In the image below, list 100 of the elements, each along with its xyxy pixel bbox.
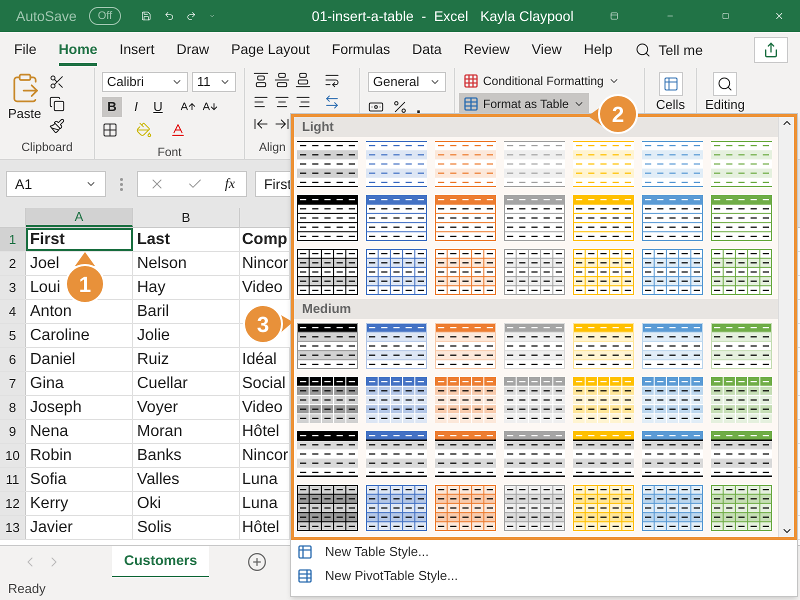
search-icon[interactable]	[713, 72, 737, 96]
align-center-icon[interactable]	[274, 94, 290, 110]
table-cell[interactable]: Ruiz	[133, 348, 240, 371]
ribbon-tab[interactable]: Draw	[176, 34, 210, 66]
table-cell[interactable]: Valles	[133, 468, 240, 491]
table-style-thumbnail[interactable]	[642, 141, 703, 187]
font-size-field[interactable]: 11	[192, 72, 236, 92]
ribbon-tab[interactable]: File	[14, 34, 37, 66]
row-header[interactable]: 4	[0, 300, 26, 323]
table-style-thumbnail[interactable]	[435, 485, 496, 531]
table-cell[interactable]: Kerry	[26, 492, 133, 515]
table-style-thumbnail[interactable]	[504, 195, 565, 241]
decrease-indent-icon[interactable]	[253, 116, 269, 132]
ribbon-tab[interactable]: Help	[584, 34, 613, 66]
font-name-field[interactable]: Calibri	[102, 72, 188, 92]
row-header[interactable]: 6	[0, 348, 26, 371]
table-style-thumbnail[interactable]	[504, 431, 565, 477]
table-cell[interactable]: Nena	[26, 420, 133, 443]
table-style-thumbnail[interactable]	[642, 485, 703, 531]
number-format-field[interactable]: General	[368, 72, 446, 92]
table-cell[interactable]: Cuellar	[133, 372, 240, 395]
editing-button[interactable]: Editing	[705, 98, 745, 112]
table-style-thumbnail[interactable]	[435, 431, 496, 477]
table-style-thumbnail[interactable]	[366, 377, 427, 423]
table-style-thumbnail[interactable]	[366, 249, 427, 295]
align-middle-icon[interactable]	[274, 72, 290, 88]
align-bottom-icon[interactable]	[295, 72, 311, 88]
table-cell[interactable]: Daniel	[26, 348, 133, 371]
column-header[interactable]: A	[26, 208, 133, 227]
italic-button[interactable]: I	[128, 97, 144, 117]
cells-icon[interactable]	[658, 72, 682, 96]
column-header[interactable]: B	[133, 208, 240, 227]
row-header[interactable]: 3	[0, 276, 26, 299]
table-style-thumbnail[interactable]	[642, 249, 703, 295]
table-style-thumbnail[interactable]	[435, 377, 496, 423]
styles-button[interactable]: Conditional Formatting	[459, 70, 624, 91]
table-style-thumbnail[interactable]	[642, 195, 703, 241]
table-cell[interactable]: Robin	[26, 444, 133, 467]
table-style-thumbnail[interactable]	[573, 431, 634, 477]
menu-item[interactable]: New PivotTable Style...	[291, 564, 797, 588]
insert-function-button[interactable]: fx	[224, 174, 235, 194]
ribbon-tab[interactable]: Formulas	[332, 34, 390, 66]
tell-me-field[interactable]: Tell me	[658, 40, 703, 60]
cells-button[interactable]: Cells	[656, 98, 685, 112]
table-cell[interactable]: Gina	[26, 372, 133, 395]
fill-color-icon[interactable]	[136, 122, 152, 138]
row-header[interactable]: 11	[0, 468, 26, 491]
table-style-thumbnail[interactable]	[435, 195, 496, 241]
table-style-thumbnail[interactable]	[366, 485, 427, 531]
table-cell[interactable]: Voyer	[133, 396, 240, 419]
table-cell[interactable]: Solis	[133, 516, 240, 539]
borders-icon[interactable]	[102, 122, 118, 138]
table-style-thumbnail[interactable]	[504, 377, 565, 423]
row-header[interactable]: 12	[0, 492, 26, 515]
underline-button[interactable]: U	[150, 97, 166, 117]
row-header[interactable]: 9	[0, 420, 26, 443]
increase-indent-icon[interactable]	[274, 116, 290, 132]
ribbon-tab[interactable]: View	[532, 34, 562, 66]
paste-button[interactable]: Paste	[8, 72, 42, 138]
percent-icon[interactable]	[392, 99, 408, 115]
table-style-thumbnail[interactable]	[642, 377, 703, 423]
table-cell[interactable]: Last	[133, 228, 240, 251]
ribbon-tab[interactable]: Data	[412, 34, 442, 66]
row-header[interactable]: 10	[0, 444, 26, 467]
table-cell[interactable]: Baril	[133, 300, 240, 323]
table-cell[interactable]: Hay	[133, 276, 240, 299]
table-style-thumbnail[interactable]	[297, 141, 358, 187]
table-style-thumbnail[interactable]	[642, 431, 703, 477]
table-cell[interactable]: Banks	[133, 444, 240, 467]
font-color-icon[interactable]	[170, 122, 186, 138]
table-cell[interactable]: First	[26, 228, 133, 251]
menu-item[interactable]: New Table Style...	[291, 540, 797, 564]
row-header[interactable]: 2	[0, 252, 26, 275]
merge-icon[interactable]	[324, 94, 340, 110]
styles-button[interactable]: Format as Table	[459, 93, 589, 114]
table-style-thumbnail[interactable]	[366, 431, 427, 477]
table-cell[interactable]: Oki	[133, 492, 240, 515]
table-style-thumbnail[interactable]	[711, 195, 772, 241]
scrollbar[interactable]	[778, 117, 794, 537]
table-style-thumbnail[interactable]	[297, 377, 358, 423]
table-cell[interactable]: Jolie	[133, 324, 240, 347]
drag-handle-icon[interactable]	[120, 178, 123, 190]
align-left-icon[interactable]	[253, 94, 269, 110]
ribbon-tab[interactable]: Insert	[119, 34, 154, 66]
bold-button[interactable]: B	[102, 97, 122, 117]
table-style-thumbnail[interactable]	[504, 249, 565, 295]
table-style-thumbnail[interactable]	[435, 249, 496, 295]
table-style-thumbnail[interactable]	[297, 485, 358, 531]
table-cell[interactable]: Caroline	[26, 324, 133, 347]
table-style-thumbnail[interactable]	[573, 141, 634, 187]
search-icon[interactable]	[634, 42, 651, 58]
table-style-thumbnail[interactable]	[711, 431, 772, 477]
name-box[interactable]: A1	[6, 171, 106, 197]
table-cell[interactable]: Joseph	[26, 396, 133, 419]
table-style-thumbnail[interactable]	[504, 485, 565, 531]
table-style-thumbnail[interactable]	[297, 195, 358, 241]
table-cell[interactable]: Moran	[133, 420, 240, 443]
table-style-thumbnail[interactable]	[366, 141, 427, 187]
table-cell[interactable]: Nelson	[133, 252, 240, 275]
row-header[interactable]: 13	[0, 516, 26, 539]
